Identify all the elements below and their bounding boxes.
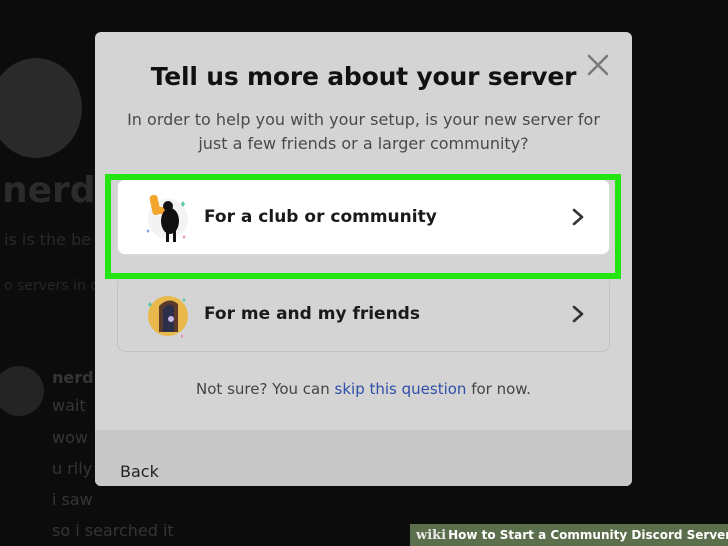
not-sure-text: Not sure? You can skip this question for… xyxy=(95,380,632,398)
friends-illustration-icon xyxy=(148,296,188,338)
server-avatar xyxy=(0,58,82,158)
message-line: i saw xyxy=(52,490,93,509)
chevron-right-icon xyxy=(572,208,584,226)
chevron-right-icon xyxy=(572,305,584,323)
watermark-title: How to Start a Community Discord Server xyxy=(448,528,728,542)
option-friends[interactable]: For me and my friends xyxy=(117,276,610,352)
skip-question-link[interactable]: skip this question xyxy=(335,380,467,398)
option-club-community[interactable]: For a club or community xyxy=(117,179,610,255)
watermark-brand: wiki xyxy=(416,527,447,543)
message-line: so i searched it xyxy=(52,521,174,540)
message-username: nerd xyxy=(52,368,94,387)
watermark: wiki How to Start a Community Discord Se… xyxy=(410,524,728,546)
message-line: wow xyxy=(52,428,88,447)
not-sure-suffix: for now. xyxy=(471,380,531,398)
message-line: u rlly xyxy=(52,459,93,478)
message-line: wait xyxy=(52,396,86,415)
user-avatar xyxy=(0,366,44,416)
club-community-illustration-icon xyxy=(146,194,188,242)
modal-footer xyxy=(95,430,632,486)
modal-title: Tell us more about your server xyxy=(150,62,577,91)
back-button[interactable]: Back xyxy=(120,462,159,481)
background-hint: o servers in c xyxy=(4,278,98,294)
server-setup-modal: Tell us more about your server In order … xyxy=(95,32,632,486)
option-label: For a club or community xyxy=(204,207,437,227)
background-description: is is the be xyxy=(4,230,92,249)
option-label: For me and my friends xyxy=(204,304,420,324)
not-sure-prefix: Not sure? You can xyxy=(196,380,330,398)
modal-subtitle: In order to help you with your setup, is… xyxy=(127,110,600,153)
